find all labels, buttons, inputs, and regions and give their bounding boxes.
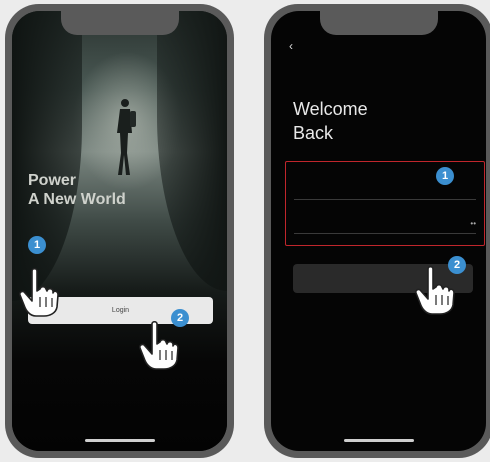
hiker-figure [117,99,136,175]
pointing-hand-icon [139,320,179,370]
phone-signin-screen: ‹ Welcome Back •• [264,4,490,458]
notch [319,11,438,35]
pointing-hand-icon [19,267,59,317]
home-indicator [84,439,155,442]
chevron-left-icon[interactable]: ‹ [289,39,293,53]
phone-login-screen: Power A New World Login [5,4,234,458]
page-title: Welcome Back [293,97,368,145]
signin-screen: ‹ Welcome Back •• [271,11,486,451]
credentials-highlight: •• [285,161,485,246]
notch [60,11,179,35]
step-badge-1: 1 [28,236,46,254]
login-screen: Power A New World Login [12,11,227,451]
home-indicator [343,439,414,442]
step-badge-1: 1 [436,167,454,185]
pointing-hand-icon [415,265,455,315]
password-field[interactable]: •• [294,214,476,234]
title-line-2: Back [293,123,334,143]
headline-line-2: A New World [28,191,126,208]
title-line-1: Welcome [293,99,368,119]
password-reveal-icon[interactable]: •• [470,214,476,234]
headline: Power A New World [28,171,126,209]
background-photo [12,11,227,451]
headline-line-1: Power [28,172,77,189]
